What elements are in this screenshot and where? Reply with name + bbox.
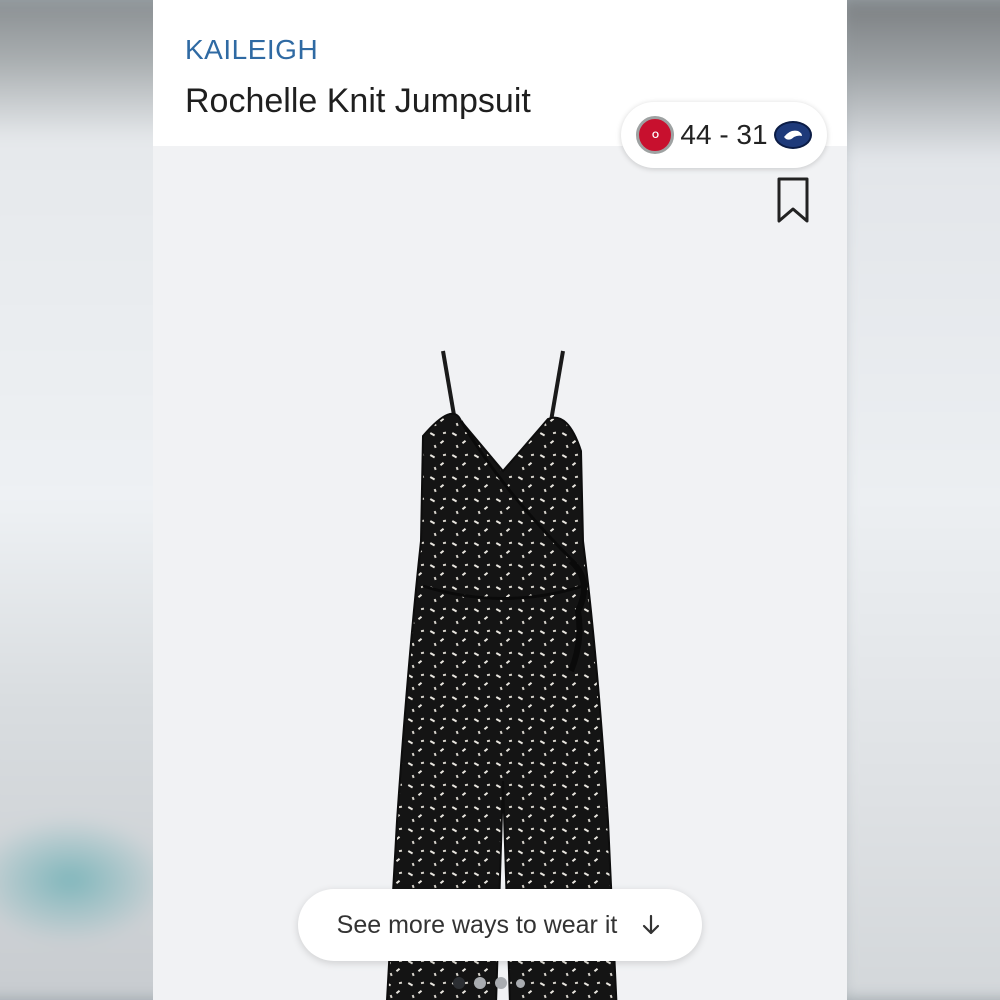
carousel-dot-1[interactable]	[453, 977, 465, 989]
score-widget[interactable]: O 44 - 31	[621, 102, 827, 168]
bookmark-icon[interactable]	[773, 175, 813, 225]
game-score: 44 - 31	[680, 119, 768, 150]
product-title: Rochelle Knit Jumpsuit	[185, 82, 531, 120]
carousel-dot-2[interactable]	[474, 977, 486, 989]
see-more-label: See more ways to wear it	[336, 910, 618, 939]
blurred-background-right	[840, 0, 1000, 1000]
product-card: KAILEIGH Rochelle Knit Jumpsuit O 44 - 3…	[153, 0, 847, 1000]
penn-state-logo-icon	[773, 121, 812, 149]
carousel-dot-4[interactable]	[516, 978, 525, 988]
carousel-pagination	[453, 976, 525, 990]
brand-name[interactable]: KAILEIGH	[185, 34, 318, 66]
arrow-down-icon	[643, 914, 660, 935]
see-more-ways-button[interactable]: See more ways to wear it	[298, 889, 702, 961]
carousel-dot-3[interactable]	[495, 977, 507, 989]
product-photo-area[interactable]	[153, 146, 847, 1000]
ohio-state-logo-icon: O	[636, 116, 675, 154]
